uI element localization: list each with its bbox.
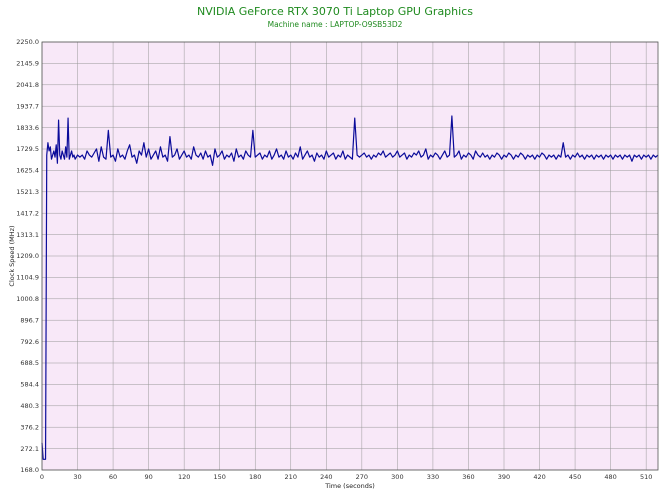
y-axis-label: Clock Speed (MHz) xyxy=(8,225,16,286)
x-tick-label: 480 xyxy=(604,473,616,481)
x-tick-label: 420 xyxy=(533,473,545,481)
x-tick-label: 60 xyxy=(109,473,117,481)
y-tick-label: 1000.8 xyxy=(16,295,39,303)
y-tick-label: 2250.0 xyxy=(16,38,39,46)
x-tick-label: 360 xyxy=(462,473,474,481)
x-tick-label: 270 xyxy=(356,473,368,481)
y-tick-label: 1209.0 xyxy=(16,252,39,260)
x-tick-label: 510 xyxy=(640,473,652,481)
y-tick-label: 480.3 xyxy=(20,402,39,410)
x-tick-label: 300 xyxy=(391,473,403,481)
y-tick-label: 1625.4 xyxy=(16,167,39,175)
y-tick-label: 1313.1 xyxy=(16,231,39,239)
y-tick-label: 1104.9 xyxy=(16,274,39,282)
grid xyxy=(41,41,658,471)
x-tick-label: 90 xyxy=(144,473,152,481)
x-tick-label: 240 xyxy=(320,473,332,481)
x-tick-label: 330 xyxy=(427,473,439,481)
y-tick-label: 168.0 xyxy=(20,466,39,474)
x-tick-label: 120 xyxy=(178,473,190,481)
x-tick-label: 0 xyxy=(40,473,44,481)
line-chart: 168.0 272.1 376.2 480.3 584.4 688.5 792.6 896.7… xyxy=(8,38,659,490)
x-axis-ticks: 0 30 60 90 120 150 180 210 240 270 300 330 360 390 420… xyxy=(40,473,652,481)
y-tick-label: 584.4 xyxy=(20,381,39,389)
y-tick-label: 688.5 xyxy=(20,359,39,367)
x-tick-label: 150 xyxy=(213,473,225,481)
x-axis-label: Time (seconds) xyxy=(324,482,375,490)
y-tick-label: 1833.6 xyxy=(16,124,39,132)
y-tick-label: 792.6 xyxy=(20,338,39,346)
x-tick-label: 390 xyxy=(498,473,510,481)
y-tick-label: 896.7 xyxy=(20,316,39,324)
y-tick-label: 1417.2 xyxy=(16,209,39,217)
y-tick-label: 1937.7 xyxy=(16,102,39,110)
x-tick-label: 30 xyxy=(73,473,81,481)
y-tick-label: 2145.9 xyxy=(16,60,39,68)
y-tick-label: 376.2 xyxy=(20,423,39,431)
x-tick-label: 210 xyxy=(285,473,297,481)
x-tick-label: 450 xyxy=(569,473,581,481)
y-tick-label: 2041.8 xyxy=(16,81,39,89)
y-tick-label: 272.1 xyxy=(20,445,39,453)
x-tick-label: 180 xyxy=(249,473,261,481)
y-axis-ticks: 168.0 272.1 376.2 480.3 584.4 688.5 792.6 896.7… xyxy=(16,38,39,474)
y-tick-label: 1729.5 xyxy=(16,145,39,153)
y-tick-label: 1521.3 xyxy=(16,188,39,196)
